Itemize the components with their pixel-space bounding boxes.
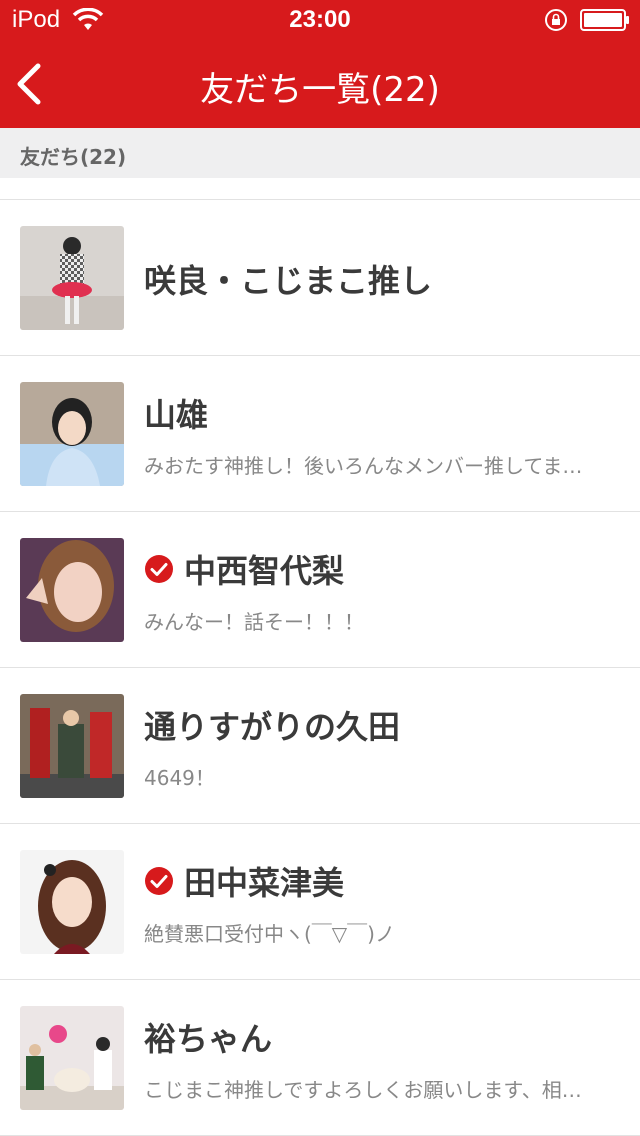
friend-name-line: 田中菜津美 [144,858,344,904]
verified-check-icon [145,555,173,583]
friend-avatar [20,538,124,642]
friend-status-message: こじまこ神推しですよろしくお願いします、相… [144,1078,582,1102]
friend-status-message: みんなー！話そー！！！ [144,610,364,634]
friend-name-line: 通りすがりの久田 [144,702,400,748]
rotation-lock-icon [545,9,567,31]
friend-row[interactable]: 中西智代梨 みんなー！話そー！！！ [0,512,640,668]
friend-name: 中西智代梨 [184,552,345,590]
section-header-label: 友だち(22) [20,145,127,169]
friend-name-line: 山雄 [144,390,208,436]
friend-name: 裕ちゃん [144,1020,273,1058]
friend-avatar [20,382,124,486]
navigation-bar: 友だち一覧(22) [0,40,640,128]
friend-avatar [20,850,124,954]
friend-row[interactable]: 裕ちゃん こじまこ神推しですよろしくお願いします、相… [0,980,640,1136]
list-spacer [0,178,640,200]
friend-row[interactable]: 山雄 みおたす神推し！後いろんなメンバー推してま… [0,356,640,512]
friend-row[interactable]: 咲良・こじまこ推し [0,200,640,356]
friend-name: 通りすがりの久田 [144,708,401,746]
friend-name-line: 裕ちゃん [144,1014,272,1060]
friend-name-line: 咲良・こじまこ推し [144,256,432,302]
battery-icon [580,9,629,31]
friend-status-message: 絶賛悪口受付中ヽ(￣▽￣)ノ [144,922,395,946]
section-header: 友だち(22) [0,128,640,178]
page-title: 友だち一覧(22) [200,70,440,110]
friend-name-line: 中西智代梨 [144,546,344,592]
verified-check-icon [145,867,173,895]
friend-avatar [20,226,124,330]
friend-list: 咲良・こじまこ推し 山雄 みおたす神推し！後いろんなメンバー推してま… 中西智代… [0,178,640,1136]
friend-avatar [20,694,124,798]
friend-row[interactable]: 田中菜津美 絶賛悪口受付中ヽ(￣▽￣)ノ [0,824,640,980]
friend-name: 田中菜津美 [184,864,345,902]
friend-row[interactable]: 通りすがりの久田 4649！ [0,668,640,824]
friend-status-message: みおたす神推し！後いろんなメンバー推してま… [144,454,583,478]
friend-status-message: 4649！ [144,766,215,790]
status-bar: iPod 23:00 [0,0,640,40]
friend-avatar [20,1006,124,1110]
friend-name: 咲良・こじまこ推し [144,262,433,300]
friend-name: 山雄 [144,396,209,434]
